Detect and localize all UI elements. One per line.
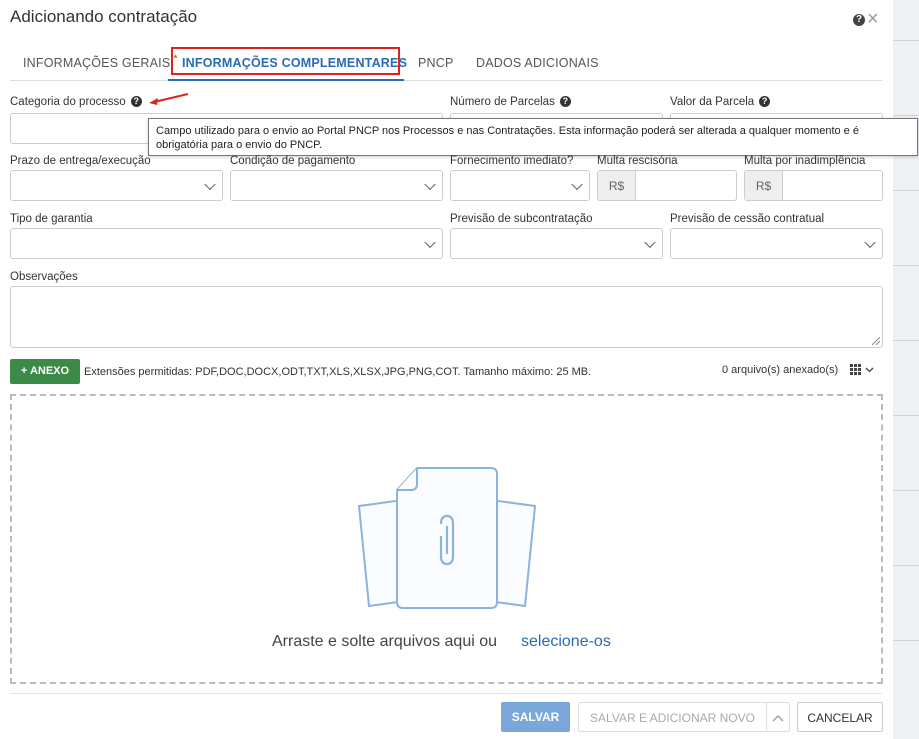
allowed-extensions-text: Extensões permitidas: PDF,DOC,DOCX,ODT,T… (84, 366, 592, 378)
select-files-link[interactable]: selecione-os (521, 633, 611, 651)
chevron-up-icon (772, 715, 784, 722)
tabs-divider (10, 80, 882, 81)
observacoes-textarea[interactable] (10, 286, 883, 348)
question-circle-icon[interactable]: ? (759, 96, 771, 107)
cancel-button[interactable]: CANCELAR (797, 702, 883, 732)
condicao-select[interactable] (230, 170, 443, 201)
save-and-add-button[interactable]: SALVAR E ADICIONAR NOVO (578, 702, 767, 732)
chevron-down-icon (424, 236, 436, 248)
close-icon[interactable]: × (867, 8, 879, 30)
subcontratacao-select[interactable] (450, 228, 663, 259)
tooltip-line-2: obrigatória para o envio do PNCP. (156, 139, 323, 151)
multa-inadimplencia-input[interactable]: R$ (744, 170, 883, 201)
help-tooltip: Campo utilizado para o envio ao Portal P… (148, 118, 918, 156)
add-attachment-button[interactable]: + ANEXO (10, 359, 80, 384)
question-circle-icon[interactable]: ? (853, 13, 865, 26)
background-page (893, 0, 919, 739)
tooltip-line-1: Campo utilizado para o envio ao Portal P… (156, 125, 859, 137)
tab-pncp[interactable]: PNCP (418, 56, 454, 70)
save-options-toggle[interactable] (766, 702, 790, 732)
multa-rescisoria-label: Multa rescisória (597, 155, 678, 167)
multa-rescisoria-input[interactable]: R$ (597, 170, 737, 201)
observacoes-label: Observações (10, 271, 78, 283)
valor-parcela-label-text: Valor da Parcela (670, 96, 755, 108)
chevron-down-icon (204, 178, 216, 190)
resize-handle-icon[interactable] (872, 337, 880, 345)
subcontratacao-label: Previsão de subcontratação (450, 213, 593, 225)
tipo-garantia-label: Tipo de garantia (10, 213, 93, 225)
active-tab-indicator (168, 79, 404, 81)
currency-prefix: R$ (745, 171, 783, 200)
save-button[interactable]: SALVAR (501, 702, 570, 732)
prazo-label: Prazo de entrega/execução (10, 155, 151, 167)
tab-label: INFORMAÇÕES GERAIS (23, 56, 171, 70)
prazo-select[interactable] (10, 170, 223, 201)
footer-divider (10, 693, 882, 694)
cessao-label: Previsão de cessão contratual (670, 213, 825, 225)
chevron-down-icon (424, 178, 436, 190)
categoria-label-text: Categoria do processo (10, 96, 126, 108)
chevron-down-icon (571, 178, 583, 190)
categoria-label: Categoria do processo? (10, 96, 142, 108)
grid-view-icon[interactable] (850, 364, 876, 376)
tipo-garantia-select[interactable] (10, 228, 443, 259)
fornecimento-select[interactable] (450, 170, 590, 201)
tab-informacoes-complementares[interactable]: INFORMAÇÕES COMPLEMENTARES (182, 56, 407, 70)
tab-informacoes-gerais[interactable]: INFORMAÇÕES GERAIS * (23, 53, 178, 70)
cessao-select[interactable] (670, 228, 883, 259)
chevron-down-icon (864, 236, 876, 248)
modal-dialog: Adicionando contratação ? × INFORMAÇÕES G… (0, 0, 918, 739)
attach-files-illustration-icon (357, 467, 537, 609)
multa-inadimplencia-label: Multa por inadimplência (744, 155, 866, 167)
numero-parcelas-label: Número de Parcelas? (450, 96, 571, 108)
chevron-down-icon (644, 236, 656, 248)
question-circle-icon[interactable]: ? (130, 96, 142, 107)
modal-header-icons: ? × (853, 8, 879, 31)
question-circle-icon[interactable]: ? (559, 96, 571, 107)
currency-prefix: R$ (598, 171, 636, 200)
red-arrow-icon (149, 93, 189, 105)
numero-parcelas-label-text: Número de Parcelas (450, 96, 555, 108)
valor-parcela-label: Valor da Parcela? (670, 96, 771, 108)
dropzone-text: Arraste e solte arquivos aqui ou (272, 633, 498, 650)
modal-title: Adicionando contratação (10, 7, 198, 26)
fornecimento-label: Fornecimento imediato? (450, 155, 574, 167)
attachment-count: 0 arquivo(s) anexado(s) (722, 364, 839, 376)
tab-dados-adicionais[interactable]: DADOS ADICIONAIS (476, 56, 599, 70)
condicao-label: Condição de pagamento (230, 155, 356, 167)
